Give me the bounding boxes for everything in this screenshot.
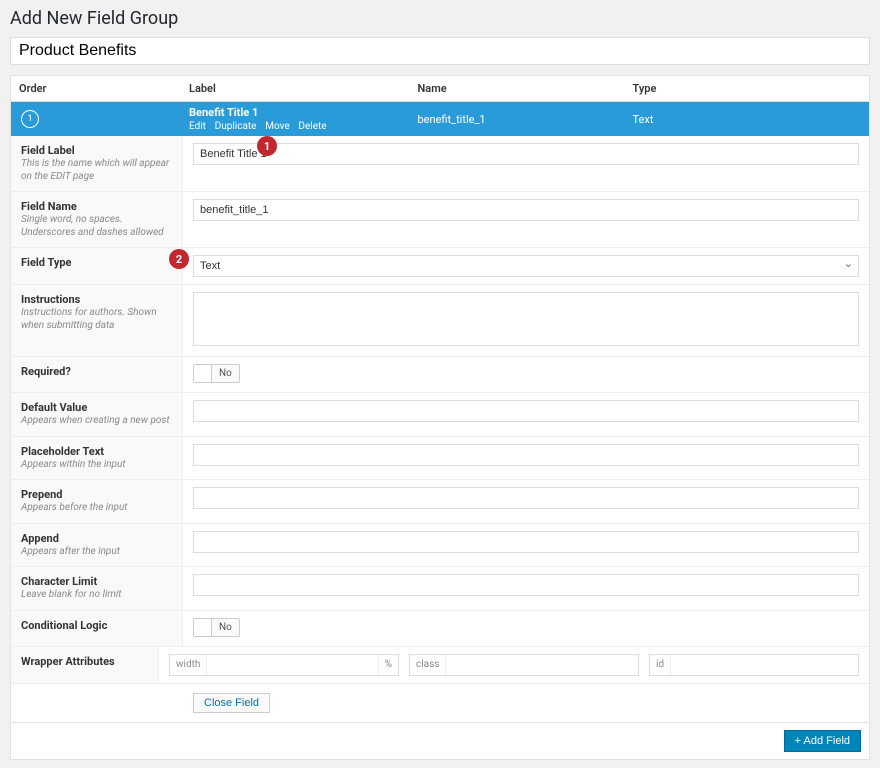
required-state: No bbox=[212, 365, 239, 382]
row-field-type: Text bbox=[633, 113, 862, 126]
prepend-label: Prepend bbox=[21, 488, 172, 501]
field-name-hint: Single word, no spaces. Underscores and … bbox=[21, 214, 172, 239]
append-label: Append bbox=[21, 532, 172, 545]
append-hint: Appears after the input bbox=[21, 546, 172, 559]
field-settings: Field Label This is the name which will … bbox=[11, 136, 869, 722]
fields-panel: Order Label Name Type 1 Benefit Title 1 … bbox=[10, 75, 870, 760]
order-badge: 1 bbox=[21, 110, 39, 128]
required-label: Required? bbox=[21, 365, 172, 378]
row-actions: Edit Duplicate Move Delete bbox=[189, 119, 418, 132]
field-type-label: Field Type bbox=[21, 256, 172, 269]
char-limit-input[interactable] bbox=[193, 574, 859, 596]
placeholder-label: Placeholder Text bbox=[21, 445, 172, 458]
instructions-label: Instructions bbox=[21, 293, 172, 306]
wrapper-width-pct: % bbox=[378, 655, 398, 675]
prepend-input[interactable] bbox=[193, 487, 859, 509]
char-limit-hint: Leave blank for no limit bbox=[21, 589, 172, 602]
cond-logic-toggle[interactable]: No bbox=[193, 618, 240, 637]
close-field-button[interactable]: Close Field bbox=[193, 693, 270, 713]
cond-logic-state: No bbox=[212, 619, 239, 636]
default-value-input[interactable] bbox=[193, 400, 859, 422]
default-value-label: Default Value bbox=[21, 401, 172, 414]
page-title: Add New Field Group bbox=[10, 8, 870, 29]
placeholder-hint: Appears within the input bbox=[21, 459, 172, 472]
fields-table-header: Order Label Name Type bbox=[11, 76, 869, 102]
add-field-button[interactable]: + Add Field bbox=[784, 730, 861, 752]
row-field-label: Benefit Title 1 bbox=[189, 106, 418, 119]
row-action-delete[interactable]: Delete bbox=[298, 121, 326, 132]
field-label-input[interactable] bbox=[193, 143, 859, 165]
header-name: Name bbox=[418, 82, 633, 95]
wrapper-class-input[interactable] bbox=[446, 655, 638, 675]
default-value-hint: Appears when creating a new post bbox=[21, 415, 172, 428]
header-type: Type bbox=[633, 82, 862, 95]
annotation-2-icon: 2 bbox=[169, 249, 189, 269]
wrapper-id-input[interactable] bbox=[671, 655, 858, 675]
prepend-hint: Appears before the input bbox=[21, 502, 172, 515]
group-title-input[interactable] bbox=[10, 37, 870, 65]
placeholder-input[interactable] bbox=[193, 444, 859, 466]
instructions-hint: Instructions for authors. Shown when sub… bbox=[21, 307, 172, 332]
row-action-duplicate[interactable]: Duplicate bbox=[215, 121, 257, 132]
wrapper-label: Wrapper Attributes bbox=[21, 655, 148, 668]
wrapper-width-label: width bbox=[170, 655, 207, 675]
field-row[interactable]: 1 Benefit Title 1 Edit Duplicate Move De… bbox=[11, 102, 869, 136]
wrapper-width-input[interactable] bbox=[207, 655, 377, 675]
cond-logic-label: Conditional Logic bbox=[21, 619, 172, 632]
row-field-name: benefit_title_1 bbox=[418, 113, 633, 126]
field-type-select[interactable]: Text bbox=[193, 255, 859, 277]
row-action-move[interactable]: Move bbox=[265, 121, 289, 132]
char-limit-label: Character Limit bbox=[21, 575, 172, 588]
required-toggle[interactable]: No bbox=[193, 364, 240, 383]
field-name-input[interactable] bbox=[193, 199, 859, 221]
row-action-edit[interactable]: Edit bbox=[189, 121, 206, 132]
wrapper-class-label: class bbox=[410, 655, 446, 675]
wrapper-id-label: id bbox=[650, 655, 671, 675]
field-label-label: Field Label bbox=[21, 144, 172, 157]
field-label-hint: This is the name which will appear on th… bbox=[21, 158, 172, 183]
annotation-1-icon: 1 bbox=[257, 136, 277, 156]
append-input[interactable] bbox=[193, 531, 859, 553]
field-name-label: Field Name bbox=[21, 200, 172, 213]
instructions-input[interactable] bbox=[193, 292, 859, 346]
header-label: Label bbox=[189, 82, 418, 95]
header-order: Order bbox=[19, 82, 189, 95]
